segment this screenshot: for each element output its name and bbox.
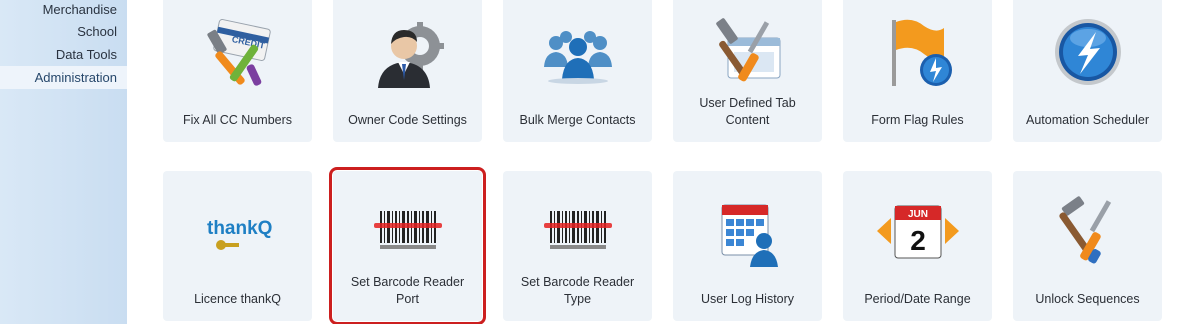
thankq-key-icon: thankQ <box>163 186 312 276</box>
people-group-icon <box>503 7 652 97</box>
tile-set-barcode-reader-port[interactable]: Set Barcode Reader Port <box>329 167 486 324</box>
hammer-screwdriver-icon <box>1013 186 1162 276</box>
sidebar-item-merchandise[interactable]: Merchandise <box>0 0 127 20</box>
tile-user-log-history[interactable]: User Log History <box>673 171 822 321</box>
tile-label: Automation Scheduler <box>1026 113 1149 127</box>
calendar-date-icon: JUN 2 <box>843 186 992 276</box>
barcode-icon <box>503 186 652 276</box>
tile-unlock-sequences[interactable]: Unlock Sequences <box>1013 171 1162 321</box>
tile-set-barcode-reader-type[interactable]: Set Barcode Reader Type <box>503 171 652 321</box>
thankq-logo-text: thankQ <box>207 218 272 239</box>
tile-label: Owner Code Settings <box>348 113 467 127</box>
tile-automation-scheduler[interactable]: Automation Scheduler <box>1013 0 1162 142</box>
tile-label: User Defined Tab Content <box>699 96 796 127</box>
window-tools-icon <box>673 7 822 97</box>
tile-label: Unlock Sequences <box>1035 292 1140 306</box>
tile-owner-code-settings[interactable]: Owner Code Settings <box>333 0 482 142</box>
calendar-month-text: JUN <box>907 209 927 220</box>
tile-user-defined-tab-content[interactable]: User Defined Tab Content <box>673 0 822 142</box>
tile-label: Period/Date Range <box>864 292 971 306</box>
tile-bulk-merge-contacts[interactable]: Bulk Merge Contacts <box>503 0 652 142</box>
tile-licence-thankq[interactable]: thankQ Licence thankQ <box>163 171 312 321</box>
tile-label: Set Barcode Reader Port <box>350 275 465 306</box>
orange-flag-icon <box>843 7 992 97</box>
tile-fix-all-cc-numbers[interactable]: CREDIT Fix All CC Numbers <box>163 0 312 142</box>
sidebar-item-data-tools[interactable]: Data Tools <box>0 43 127 66</box>
tile-form-flag-rules[interactable]: Form Flag Rules <box>843 0 992 142</box>
tile-period-date-range[interactable]: JUN 2 Period/Date Range <box>843 171 992 321</box>
tile-label: Bulk Merge Contacts <box>519 113 636 127</box>
tile-label: Fix All CC Numbers <box>182 113 293 127</box>
sidebar: Merchandise School Data Tools Administra… <box>0 0 127 324</box>
barcode-icon <box>333 186 482 276</box>
calendar-day-text: 2 <box>910 225 926 256</box>
tile-label: Form Flag Rules <box>871 113 964 127</box>
tile-label: Licence thankQ <box>194 292 281 306</box>
tile-label: Set Barcode Reader Type <box>520 275 635 306</box>
sidebar-item-school[interactable]: School <box>0 20 127 43</box>
blue-orb-lightning-icon <box>1013 7 1162 97</box>
sidebar-item-administration[interactable]: Administration <box>0 66 127 89</box>
tile-label: User Log History <box>700 292 795 306</box>
businessman-gear-icon <box>333 7 482 97</box>
calendar-user-icon <box>673 186 822 276</box>
credit-card-tools-icon: CREDIT <box>163 7 312 97</box>
